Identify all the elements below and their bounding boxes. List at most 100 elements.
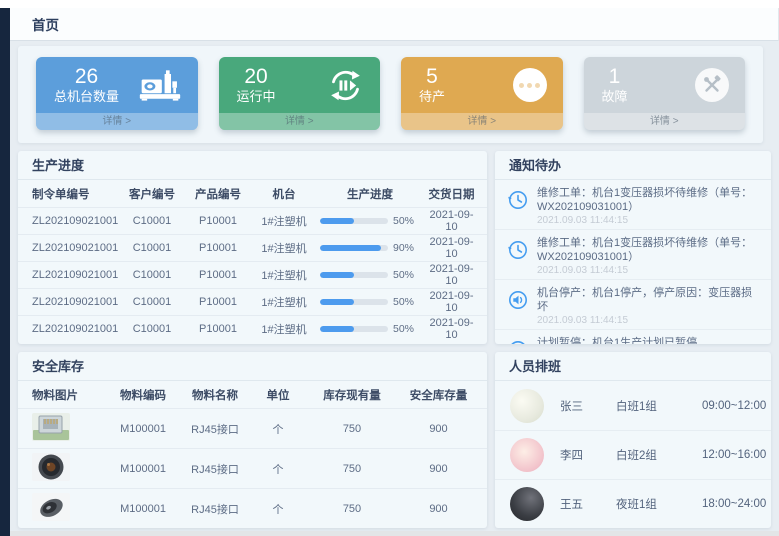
shift-time: 09:00~12:00 <box>702 400 771 412</box>
safety-qty-cell: 900 <box>398 463 479 475</box>
column-header: 交货日期 <box>424 186 479 202</box>
customer-no-cell: C10001 <box>120 242 184 254</box>
card-detail-link[interactable]: 详情 > <box>36 113 198 130</box>
waiting-dots-icon <box>513 68 547 102</box>
column-header: 机台 <box>252 186 316 202</box>
notifications-panel: 通知待办 维修工单：机台1变压器损坏待维修（单号：WX202109031001）… <box>495 151 771 344</box>
unit-cell: 个 <box>250 461 306 477</box>
notification-timestamp: 2021.09.03 11:44:15 <box>537 315 761 326</box>
column-header: 制令单编号 <box>32 186 120 202</box>
tab-home[interactable]: 首页 <box>10 14 59 34</box>
customer-no-cell: C10001 <box>120 296 184 308</box>
progress-cell: 50% <box>316 323 424 335</box>
production-row: ZL202109021001C10001P100011#注塑机50%2021-0… <box>18 288 487 315</box>
stat-card-body: 1故障 <box>584 57 746 113</box>
schedule-row: 王五夜班1组18:00~24:00 <box>495 479 771 528</box>
production-row: ZL202109021001C10001P100011#注塑机50%2021-0… <box>18 315 487 342</box>
schedule-panel-title: 人员排班 <box>495 352 771 381</box>
speaker-front-image <box>32 472 70 484</box>
stat-card-value: 20 <box>237 65 276 88</box>
production-panel-title: 生产进度 <box>18 151 487 180</box>
unit-cell: 个 <box>250 421 306 437</box>
card-detail-link[interactable]: 详情 > <box>401 113 563 130</box>
person-name: 张三 <box>560 398 616 414</box>
stat-card-2[interactable]: 20运行中详情 > <box>219 57 381 130</box>
current-qty-cell: 750 <box>306 503 398 515</box>
product-no-cell: P10001 <box>184 215 252 227</box>
progress-bar <box>320 299 388 305</box>
shift-group: 夜班1组 <box>616 496 702 512</box>
product-no-cell: P10001 <box>184 296 252 308</box>
shift-group: 白班2组 <box>616 447 702 463</box>
card-detail-link[interactable]: 详情 > <box>584 113 746 130</box>
material-code-cell: M100001 <box>106 463 180 475</box>
material-name-cell: RJ45接口 <box>180 421 250 437</box>
dot <box>535 83 540 88</box>
avatar-lisi <box>510 438 544 472</box>
progress-bar <box>320 245 388 251</box>
product-no-cell: P10001 <box>184 242 252 254</box>
safety-qty-cell: 900 <box>398 423 479 435</box>
stat-card-body: 5待产 <box>401 57 563 113</box>
progress-bar-fill <box>320 299 354 305</box>
customer-no-cell: C10001 <box>120 215 184 227</box>
column-header: 单位 <box>250 387 306 403</box>
clock-icon <box>507 236 529 276</box>
progress-cell: 50% <box>316 296 424 308</box>
dashboard-screen: 首页 26总机台数量详情 >20运行中详情 >5待产详情 >1故障详情 > 生产… <box>0 0 779 536</box>
dot <box>527 83 532 88</box>
material-image-cell <box>32 413 106 444</box>
material-code-cell: M100001 <box>106 423 180 435</box>
progress-cell: 90% <box>316 242 424 254</box>
card-detail-link[interactable]: 详情 > <box>219 113 381 130</box>
speaker-icon <box>507 336 529 344</box>
stat-card-4[interactable]: 1故障详情 > <box>584 57 746 130</box>
window-top-strip <box>0 0 779 8</box>
tab-bar: 首页 <box>10 8 779 41</box>
running-icon <box>327 67 364 104</box>
notification-text: 计划暂停：机台1生产计划已暂停 <box>537 336 697 344</box>
stat-card-value: 5 <box>419 65 445 88</box>
stat-card-1[interactable]: 26总机台数量详情 > <box>36 57 198 130</box>
notification-text: 维修工单：机台1变压器损坏待维修（单号：WX202109031001） <box>537 186 761 214</box>
avatar-cell <box>510 487 560 521</box>
notification-item: 机台停产：机台1停产，停产原因：变压器损坏2021.09.03 11:44:15 <box>495 279 771 329</box>
material-name-cell: RJ45接口 <box>180 461 250 477</box>
personnel-schedule-panel: 人员排班 张三白班1组09:00~12:00李四白班2组12:00~16:00王… <box>495 352 771 528</box>
stock-row: M100001RJ45接口个750900 <box>18 408 487 448</box>
stat-card-label: 故障 <box>602 88 628 105</box>
person-name: 王五 <box>560 496 616 512</box>
schedule-row: 李四白班2组12:00~16:00 <box>495 430 771 479</box>
progress-bar-fill <box>320 326 354 332</box>
progress-cell: 50% <box>316 215 424 227</box>
delivery-date-cell: 2021-09-10 <box>424 209 479 233</box>
stat-card-text: 20运行中 <box>237 65 276 105</box>
shift-group: 白班1组 <box>616 398 702 414</box>
stat-card-body: 26总机台数量 <box>36 57 198 113</box>
stock-row: M100001RJ45接口个750900 <box>18 448 487 488</box>
notification-item: 维修工单：机台1变压器损坏待维修（单号：WX202109031001）2021.… <box>495 180 771 229</box>
production-row: ZL202109021001C10001P100011#注塑机90%2021-0… <box>18 234 487 261</box>
progress-cell: 50% <box>316 269 424 281</box>
customer-no-cell: C10001 <box>120 323 184 335</box>
stat-card-body: 20运行中 <box>219 57 381 113</box>
notification-body: 维修工单：机台1变压器损坏待维修（单号：WX202109031001）2021.… <box>537 236 761 276</box>
main-content: 26总机台数量详情 >20运行中详情 >5待产详情 >1故障详情 > 生产进度 … <box>10 41 779 531</box>
notification-item: 维修工单：机台1变压器损坏待维修（单号：WX202109031001）2021.… <box>495 229 771 279</box>
delivery-date-cell: 2021-09-10 <box>424 236 479 260</box>
production-table-header: 制令单编号 客户编号 产品编号 机台 生产进度 交货日期 <box>18 180 487 207</box>
stat-card-text: 1故障 <box>602 65 628 105</box>
notification-timestamp: 2021.09.03 11:44:15 <box>537 215 761 226</box>
delivery-date-cell: 2021-09-10 <box>424 290 479 314</box>
delivery-date-cell: 2021-09-10 <box>424 317 479 341</box>
speaker-angled-image <box>32 512 70 524</box>
progress-percent-label: 50% <box>393 215 414 227</box>
stat-card-3[interactable]: 5待产详情 > <box>401 57 563 130</box>
stat-card-value: 1 <box>602 65 628 88</box>
column-header: 生产进度 <box>316 186 424 202</box>
fault-tools-icon <box>695 68 729 102</box>
progress-bar <box>320 218 388 224</box>
stat-card-text: 5待产 <box>419 65 445 105</box>
clock-icon <box>507 186 529 226</box>
stat-card-label: 总机台数量 <box>54 88 119 105</box>
